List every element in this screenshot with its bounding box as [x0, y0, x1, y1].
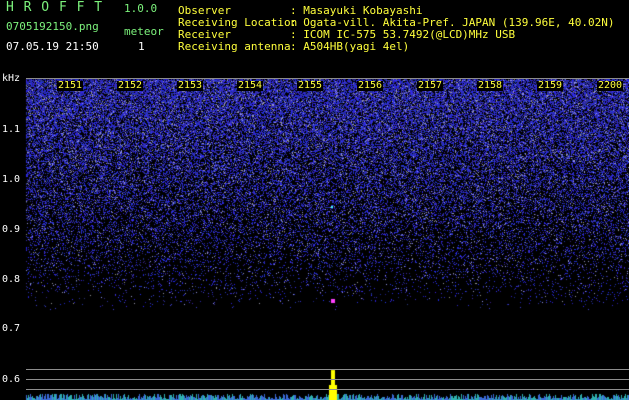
info-label-antenna: Receiving antenna	[178, 40, 291, 53]
info-value-observer: : Masayuki Kobayashi	[290, 4, 423, 17]
time-tick-label: 2156	[357, 80, 384, 91]
info-label-location: Receiving Location	[178, 16, 298, 29]
info-value-antenna: : A504HB(yagi 4el)	[290, 40, 410, 53]
time-tick-label: 2200	[597, 80, 624, 91]
time-tick-label: 2157	[417, 80, 444, 91]
time-tick-label: 2153	[177, 80, 204, 91]
time-tick-label: 2155	[297, 80, 324, 91]
info-value-location: : Ogata-vill. Akita-Pref. JAPAN (139.96E…	[290, 16, 615, 29]
y-tick-label: 0.6	[2, 374, 21, 385]
app-name: H R O F F T	[6, 0, 104, 15]
spectrogram	[0, 0, 629, 400]
y-tick-label: 1.1	[2, 124, 21, 135]
app-version: 1.0.0	[124, 2, 158, 15]
time-tick-label: 2158	[477, 80, 504, 91]
hroft-window: H R O F F T 1.0.0 0705192150.png meteor …	[0, 0, 629, 400]
reference-line	[26, 389, 629, 390]
y-tick-label: 0.7	[2, 323, 21, 334]
info-label-observer: Observer	[178, 4, 231, 17]
meteor-label: meteor	[124, 25, 164, 38]
time-tick-label: 2154	[237, 80, 264, 91]
y-tick-label: 0.8	[2, 274, 21, 285]
y-tick-label: 0.9	[2, 224, 21, 235]
y-axis-unit: kHz	[2, 73, 21, 84]
meteor-count: 1	[138, 40, 145, 53]
time-tick-label: 2151	[57, 80, 84, 91]
reference-line	[26, 369, 629, 370]
info-label-receiver: Receiver	[178, 28, 231, 41]
y-tick-label: 1.0	[2, 174, 21, 185]
frame-top-line	[26, 78, 629, 79]
file-datetime: 07.05.19 21:50	[6, 40, 99, 53]
info-value-receiver: : ICOM IC-575 53.7492(@LCD)MHz USB	[290, 28, 516, 41]
time-tick-label: 2152	[117, 80, 144, 91]
file-name: 0705192150.png	[6, 20, 99, 33]
reference-line	[26, 379, 629, 380]
time-tick-label: 2159	[537, 80, 564, 91]
